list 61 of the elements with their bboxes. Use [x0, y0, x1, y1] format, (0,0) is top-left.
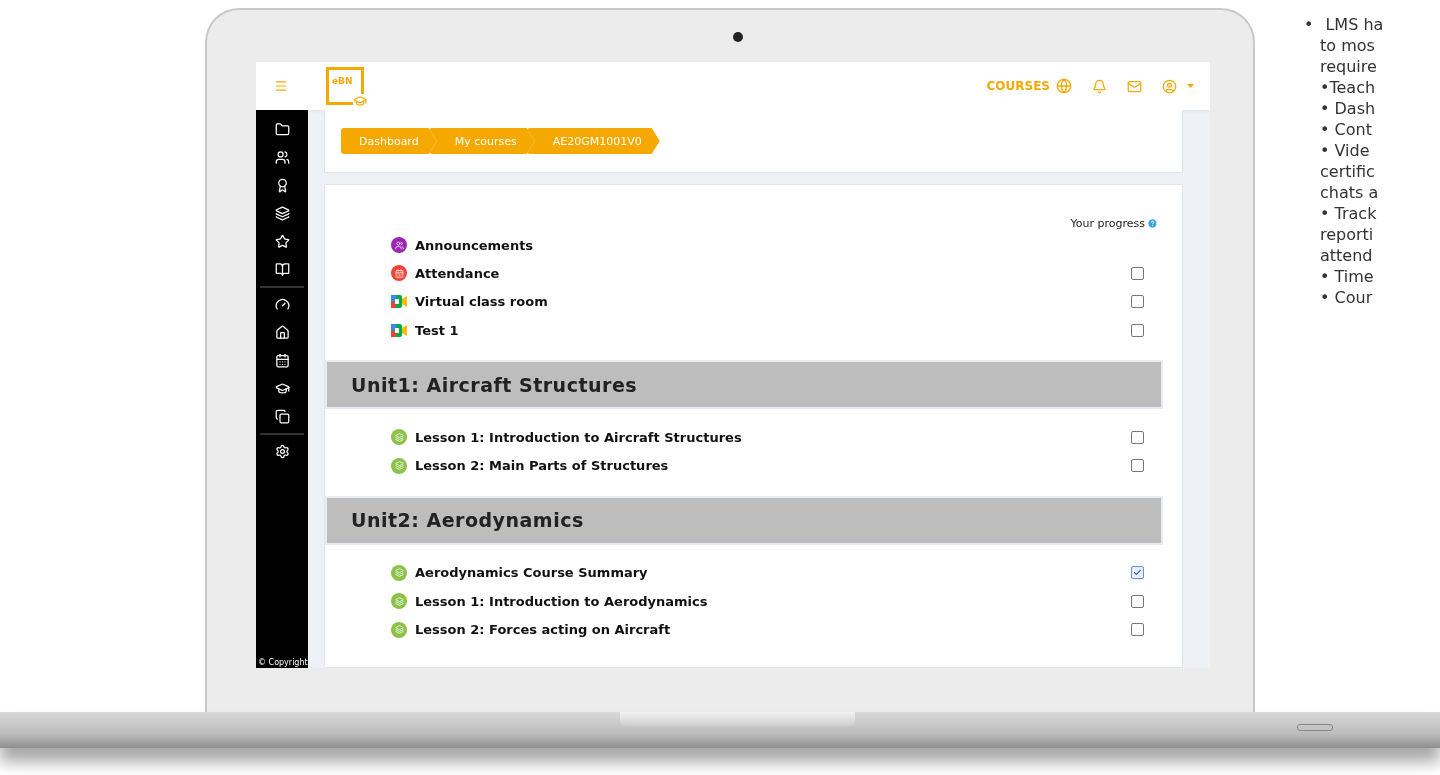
completion-checkbox[interactable]: [1131, 295, 1144, 309]
activity-link[interactable]: Lesson 1: Introduction to Aircraft Structures: [415, 429, 742, 445]
completion-checkbox[interactable]: [1131, 430, 1144, 444]
slide-text-line: reporti: [1320, 224, 1375, 245]
book-icon[interactable]: [274, 262, 290, 277]
slide-text-line: • Track: [1320, 203, 1378, 224]
slide-text-line: • Time: [1320, 266, 1375, 287]
help-icon[interactable]: [1147, 217, 1158, 229]
users-icon[interactable]: [274, 150, 290, 165]
slide-text-line: • Dash: [1320, 98, 1377, 119]
section-title: Unit1: Aircraft Structures: [351, 373, 638, 396]
activity-link[interactable]: Lesson 2: Main Parts of Structures: [415, 458, 669, 474]
logo: eBN: [326, 67, 364, 105]
slide-text-line: •Teach: [1320, 77, 1377, 98]
cube-icon: [391, 564, 407, 581]
gauge-icon[interactable]: [274, 297, 290, 312]
cube-icon: [391, 457, 407, 474]
forum-icon: [391, 237, 407, 254]
cube-icon: [391, 429, 407, 446]
activity-link[interactable]: Aerodynamics Course Summary: [415, 565, 648, 581]
folder-icon[interactable]: [274, 122, 290, 137]
slide-text-line: certific: [1320, 161, 1376, 182]
graduation-cap-icon[interactable]: [274, 381, 290, 396]
port-slot: [1297, 724, 1333, 731]
completion-checkbox[interactable]: [1131, 566, 1144, 580]
cube-icon: [391, 593, 407, 610]
completion-checkbox[interactable]: [1131, 459, 1144, 473]
video-camera-icon: [391, 323, 407, 337]
slide-text-line: to mos: [1320, 35, 1376, 56]
camera-dot: [733, 32, 743, 42]
slide-text-line: require: [1320, 56, 1378, 77]
activity-link[interactable]: Lesson 1: Introduction to Aerodynamics: [415, 593, 708, 609]
settings-icon[interactable]: [274, 444, 290, 459]
copy-icon[interactable]: [274, 409, 290, 424]
check-icon: [1133, 568, 1142, 578]
completion-checkbox[interactable]: [1131, 323, 1144, 337]
bullet-mark: •: [1304, 14, 1314, 35]
completion-checkbox[interactable]: [1131, 266, 1144, 280]
video-camera-icon: [391, 295, 407, 309]
activity-link[interactable]: Attendance: [415, 265, 500, 281]
slide-text-line: chats a: [1320, 182, 1380, 203]
completion-checkbox[interactable]: [1131, 623, 1144, 636]
copyright-text: © Copyright: [258, 658, 308, 667]
section-title: Unit2: Aerodynamics: [351, 509, 584, 532]
slide-text-line: • Vide: [1320, 140, 1371, 161]
home-icon[interactable]: [274, 325, 290, 340]
activity-link[interactable]: Lesson 2: Forces acting on Aircraft: [415, 622, 671, 637]
cube-icon: [391, 621, 407, 638]
star-icon[interactable]: [274, 234, 290, 249]
slide-text-line: LMS ha: [1325, 14, 1384, 35]
progress-label: Your progress: [1070, 216, 1145, 230]
completion-checkbox[interactable]: [1131, 594, 1144, 608]
slide-text-line: • Cour: [1320, 287, 1374, 308]
activity-link[interactable]: Announcements: [415, 237, 534, 253]
activity-link[interactable]: Virtual class room: [415, 294, 548, 310]
slide-text-line: • Cont: [1320, 119, 1373, 140]
activity-link[interactable]: Test 1: [415, 322, 459, 338]
attendance-icon: [391, 265, 407, 282]
layers-icon[interactable]: [274, 206, 290, 221]
calendar-icon[interactable]: [274, 353, 290, 368]
slide-text-line: attend: [1320, 245, 1374, 266]
